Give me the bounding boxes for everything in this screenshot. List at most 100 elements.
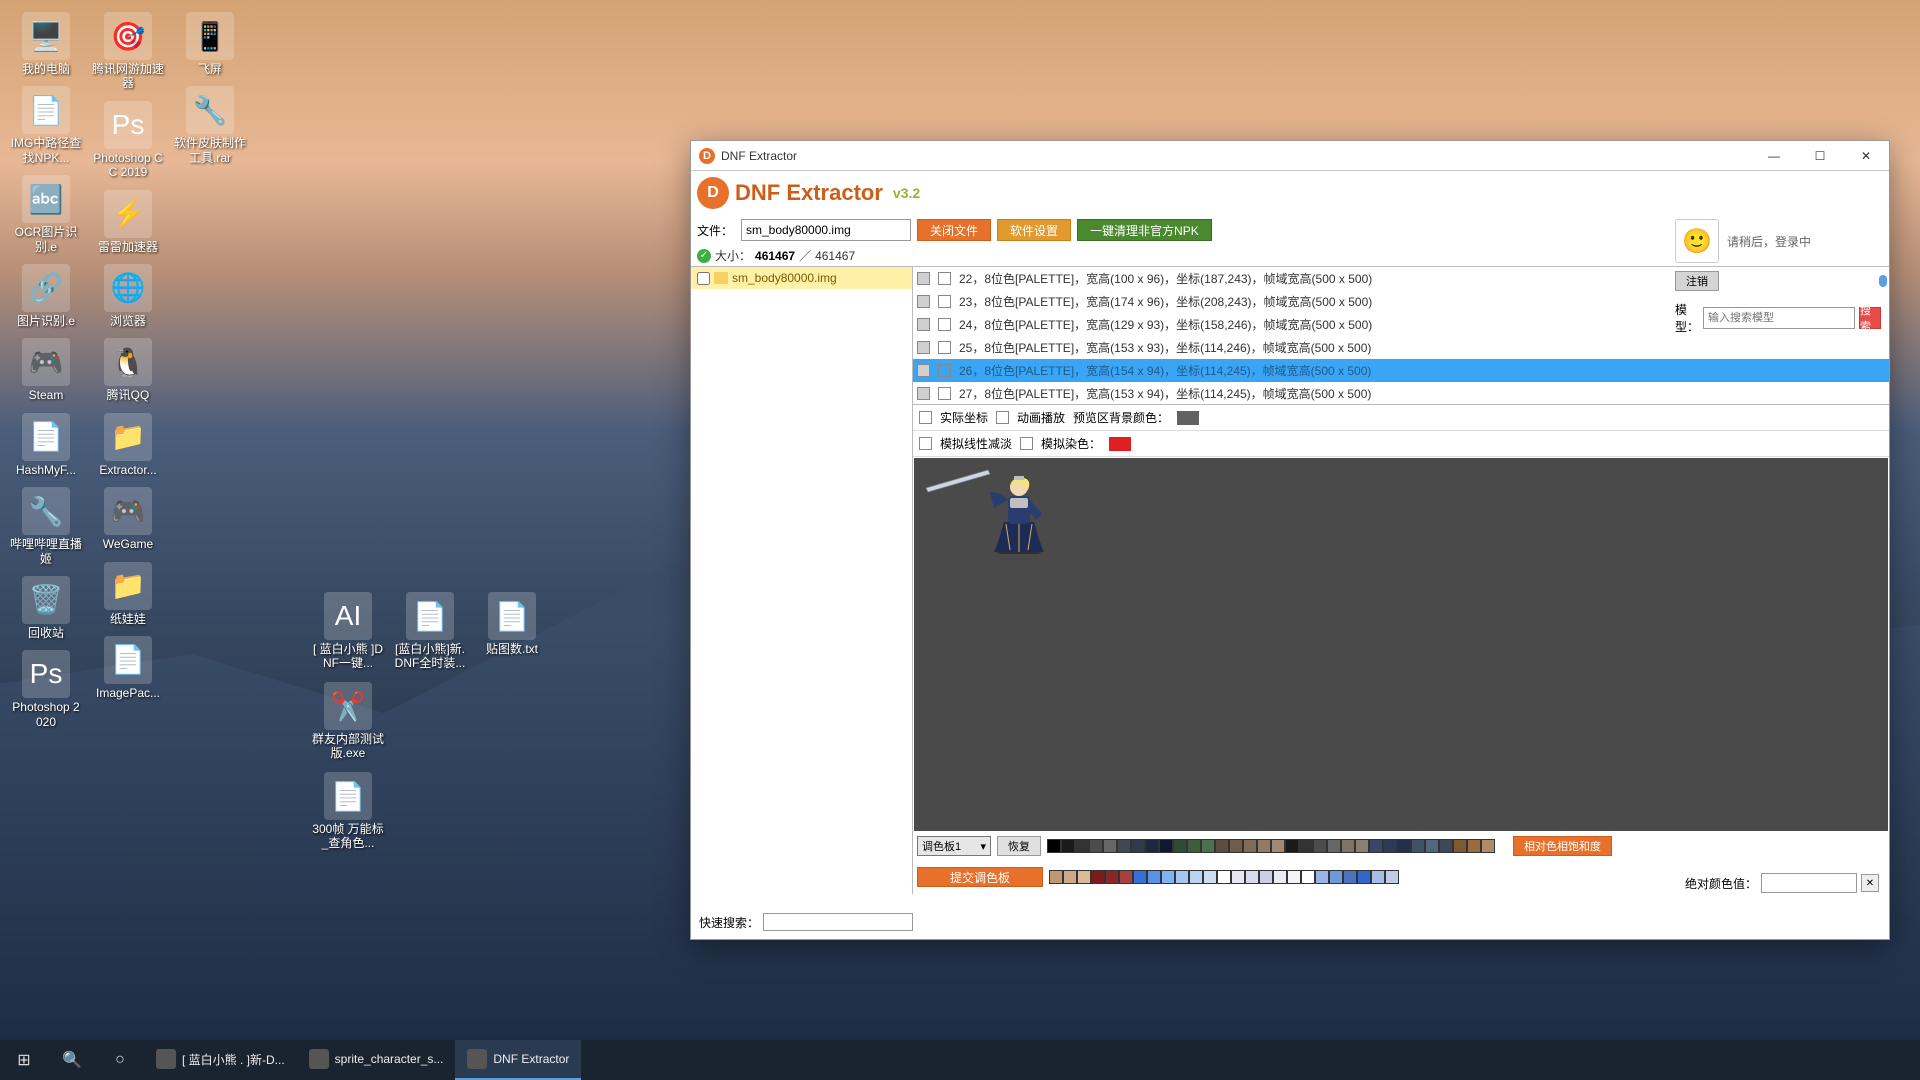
desktop-icon[interactable]: 🔤OCR图片识别.e	[8, 173, 84, 256]
palette-cell[interactable]	[1371, 870, 1385, 884]
tint-color-swatch[interactable]	[1109, 437, 1131, 451]
palette-cell[interactable]	[1161, 870, 1175, 884]
desktop-icon[interactable]: 📄IMG中路径查找NPK...	[8, 84, 84, 167]
palette-cell[interactable]	[1215, 839, 1229, 853]
desktop-icon[interactable]: PsPhotoshop 2020	[8, 648, 84, 731]
palette-cell[interactable]	[1231, 870, 1245, 884]
palette-cell[interactable]	[1385, 870, 1399, 884]
model-search-input[interactable]	[1703, 307, 1855, 329]
palette-cell[interactable]	[1355, 839, 1369, 853]
desktop-icon[interactable]: 📄300帧 万能标_查角色...	[310, 770, 386, 853]
linear-checkbox[interactable]	[919, 437, 932, 450]
bg-color-swatch[interactable]	[1177, 411, 1199, 425]
palette-cell[interactable]	[1453, 839, 1467, 853]
palette-cell[interactable]	[1203, 870, 1217, 884]
desktop-icon[interactable]: 🔧哔哩哔哩直播姬	[8, 485, 84, 568]
palette-cell[interactable]	[1159, 839, 1173, 853]
clean-npk-button[interactable]: 一键清理非官方NPK	[1077, 219, 1212, 241]
desktop-icon[interactable]: 📱飞屏	[172, 10, 248, 78]
palette-cell[interactable]	[1091, 870, 1105, 884]
palette-cell[interactable]	[1201, 839, 1215, 853]
desktop-icon[interactable]: AI[ 蓝白小熊 ]DNF一键...	[310, 590, 386, 673]
desktop-icon[interactable]: 🔧软件皮肤制作工具.rar	[172, 84, 248, 167]
palette-cell[interactable]	[1217, 870, 1231, 884]
row-checkbox-2[interactable]	[938, 272, 951, 285]
desktop-icon[interactable]: 📄ImagePac...	[90, 634, 166, 702]
palette-cell[interactable]	[1369, 839, 1383, 853]
palette-cell[interactable]	[1273, 870, 1287, 884]
palette-cell[interactable]	[1075, 839, 1089, 853]
quick-search-input[interactable]	[763, 913, 913, 931]
tree-item[interactable]: sm_body80000.img	[691, 267, 912, 289]
anim-play-checkbox[interactable]	[996, 411, 1009, 424]
abs-color-input[interactable]	[1761, 873, 1857, 893]
palette-cell[interactable]	[1271, 839, 1285, 853]
row-checkbox-1[interactable]	[917, 387, 930, 400]
palette-cell[interactable]	[1131, 839, 1145, 853]
palette-cell[interactable]	[1341, 839, 1355, 853]
desktop-icon[interactable]: 📄贴图数.txt	[474, 590, 550, 673]
search-button[interactable]: 🔍	[48, 1040, 96, 1080]
palette-dropdown[interactable]: 调色板1▾	[917, 836, 991, 856]
tint-checkbox[interactable]	[1020, 437, 1033, 450]
palette-cell[interactable]	[1301, 870, 1315, 884]
abs-color-clear[interactable]: ✕	[1861, 874, 1879, 892]
desktop-icon[interactable]: 📁纸娃娃	[90, 560, 166, 628]
task-view-button[interactable]: ○	[96, 1040, 144, 1080]
desktop-icon[interactable]: ⚡雷雷加速器	[90, 188, 166, 256]
desktop-icon[interactable]: 📄[蓝白小熊]新.DNF全时装...	[392, 590, 468, 673]
palette-cell[interactable]	[1049, 870, 1063, 884]
palette-cell[interactable]	[1145, 839, 1159, 853]
palette-cell[interactable]	[1425, 839, 1439, 853]
palette-cell[interactable]	[1343, 870, 1357, 884]
desktop-icon[interactable]: 🎯腾讯网游加速器	[90, 10, 166, 93]
row-checkbox-1[interactable]	[917, 295, 930, 308]
maximize-button[interactable]: ☐	[1797, 141, 1843, 171]
taskbar-item[interactable]: DNF Extractor	[455, 1040, 581, 1080]
close-file-button[interactable]: 关闭文件	[917, 219, 991, 241]
desktop-icon[interactable]: 🐧腾讯QQ	[90, 336, 166, 404]
avatar[interactable]: 🙂	[1675, 219, 1719, 263]
palette-cell[interactable]	[1397, 839, 1411, 853]
palette-cell[interactable]	[1257, 839, 1271, 853]
palette-cell[interactable]	[1299, 839, 1313, 853]
palette-cell[interactable]	[1133, 870, 1147, 884]
list-row[interactable]: 27，8位色[PALETTE]，宽高(153 x 94)，坐标(114,245)…	[913, 382, 1889, 405]
taskbar-item[interactable]: [ 蓝白小熊 . ]新-D...	[144, 1040, 297, 1080]
palette-cell[interactable]	[1411, 839, 1425, 853]
palette-cell[interactable]	[1105, 870, 1119, 884]
desktop-icon[interactable]: 🎮Steam	[8, 336, 84, 404]
palette-cell[interactable]	[1287, 870, 1301, 884]
palette-cell[interactable]	[1047, 839, 1061, 853]
palette-cell[interactable]	[1063, 870, 1077, 884]
palette-cell[interactable]	[1439, 839, 1453, 853]
restore-button[interactable]: 恢复	[997, 836, 1041, 856]
palette-cell[interactable]	[1245, 870, 1259, 884]
palette-cell[interactable]	[1077, 870, 1091, 884]
row-checkbox-2[interactable]	[938, 341, 951, 354]
palette-cell[interactable]	[1259, 870, 1273, 884]
list-row[interactable]: 25，8位色[PALETTE]，宽高(153 x 93)，坐标(114,246)…	[913, 336, 1889, 359]
palette-cell[interactable]	[1357, 870, 1371, 884]
palette-cell[interactable]	[1103, 839, 1117, 853]
palette-cell[interactable]	[1061, 839, 1075, 853]
row-checkbox-1[interactable]	[917, 341, 930, 354]
tree-checkbox[interactable]	[697, 272, 710, 285]
palette-cell[interactable]	[1089, 839, 1103, 853]
desktop-icon[interactable]: 📄HashMyF...	[8, 411, 84, 479]
row-checkbox-2[interactable]	[938, 295, 951, 308]
desktop-icon[interactable]: 🗑️回收站	[8, 574, 84, 642]
hsl-button[interactable]: 相对色相饱和度	[1513, 836, 1612, 856]
desktop-icon[interactable]: 🌐浏览器	[90, 262, 166, 330]
search-button[interactable]: 搜索	[1859, 307, 1881, 329]
row-checkbox-2[interactable]	[938, 318, 951, 331]
palette-cell[interactable]	[1327, 839, 1341, 853]
palette-cell[interactable]	[1481, 839, 1495, 853]
row-checkbox-1[interactable]	[917, 364, 930, 377]
palette-cell[interactable]	[1173, 839, 1187, 853]
palette-cell[interactable]	[1117, 839, 1131, 853]
palette-cell[interactable]	[1467, 839, 1481, 853]
file-input[interactable]	[741, 219, 911, 241]
real-coord-checkbox[interactable]	[919, 411, 932, 424]
submit-palette-button[interactable]: 提交调色板	[917, 867, 1043, 887]
